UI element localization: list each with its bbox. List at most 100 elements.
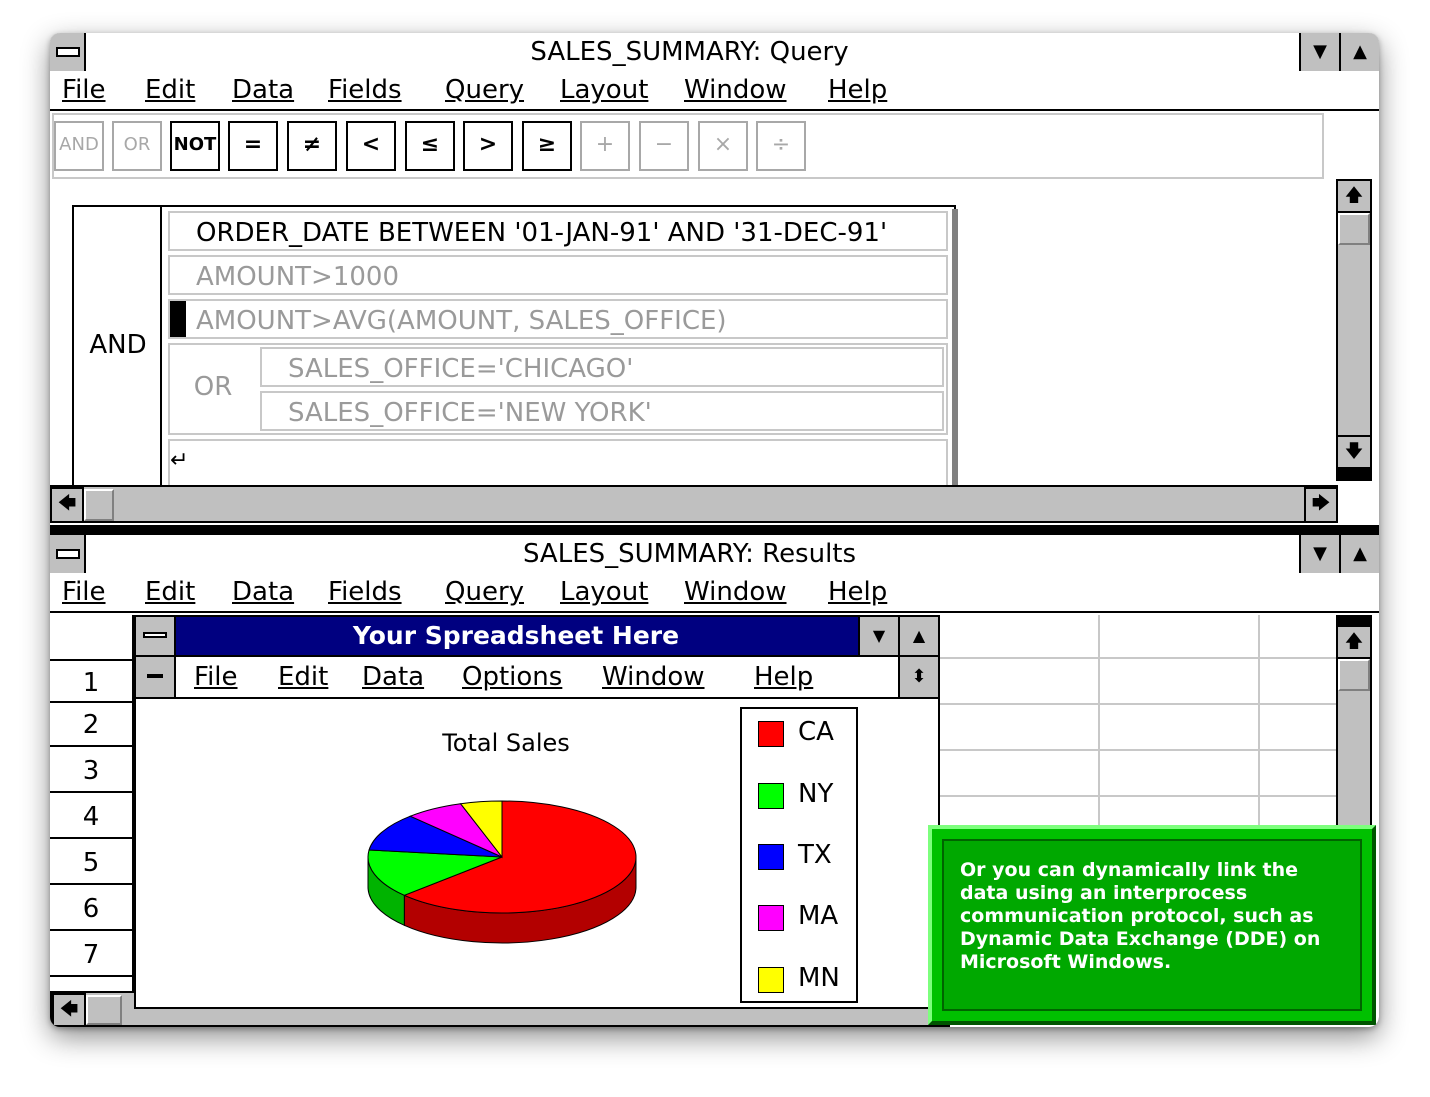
criteria-shadow bbox=[952, 209, 958, 485]
row-number[interactable]: 7 bbox=[50, 933, 132, 977]
ss-menu-edit[interactable]: Edit bbox=[278, 657, 328, 697]
row-number[interactable]: 6 bbox=[50, 887, 132, 931]
document-menu-bar bbox=[147, 674, 163, 678]
ss-menu-file[interactable]: File bbox=[194, 657, 238, 697]
criterion-amount[interactable]: AMOUNT>1000 bbox=[168, 255, 948, 295]
multiply-button[interactable]: × bbox=[698, 121, 748, 171]
divide-button[interactable]: ÷ bbox=[756, 121, 806, 171]
or-group-label: OR bbox=[193, 372, 233, 402]
criterion-new-york[interactable]: SALES_OFFICE='NEW YORK' bbox=[260, 391, 944, 431]
legend-swatch bbox=[758, 967, 784, 993]
results-vscroll-thumb[interactable] bbox=[1338, 659, 1370, 691]
query-scroll-corner bbox=[1336, 469, 1372, 481]
row-number[interactable]: 3 bbox=[50, 749, 132, 793]
menu-help[interactable]: Help bbox=[828, 71, 887, 109]
legend-label: MA bbox=[798, 901, 839, 931]
legend-swatch bbox=[758, 905, 784, 931]
greater-equal-button[interactable]: ≥ bbox=[522, 121, 572, 171]
menu-file[interactable]: File bbox=[62, 573, 106, 611]
maximize-icon[interactable]: ▲ bbox=[898, 617, 938, 655]
ss-menu-window[interactable]: Window bbox=[602, 657, 705, 697]
menu-fields[interactable]: Fields bbox=[328, 573, 402, 611]
spreadsheet-title: Your Spreadsheet Here bbox=[352, 621, 680, 650]
minimize-icon[interactable]: ▼ bbox=[1299, 33, 1339, 71]
system-menu-icon[interactable] bbox=[50, 33, 86, 71]
system-menu-icon[interactable] bbox=[50, 535, 86, 573]
ss-menu-data[interactable]: Data bbox=[362, 657, 424, 697]
menu-help[interactable]: Help bbox=[828, 573, 887, 611]
results-window-title: SALES_SUMMARY: Results bbox=[522, 539, 857, 569]
greater-than-button[interactable]: > bbox=[463, 121, 513, 171]
query-horizontal-scrollbar[interactable] bbox=[50, 485, 1338, 523]
minimize-icon[interactable]: ▼ bbox=[1299, 535, 1339, 573]
criterion-chicago[interactable]: SALES_OFFICE='CHICAGO' bbox=[260, 347, 944, 387]
menu-edit[interactable]: Edit bbox=[145, 71, 195, 109]
grid-line bbox=[1258, 615, 1260, 835]
spreadsheet-menu-bar: File Edit Data Options Window Help ⬍ bbox=[136, 657, 938, 699]
legend-swatch bbox=[758, 844, 784, 870]
results-scroll-top bbox=[1336, 615, 1372, 625]
menu-query[interactable]: Query bbox=[445, 573, 524, 611]
row-number[interactable]: 1 bbox=[50, 659, 132, 703]
results-window: SALES_SUMMARY: Results ▼ ▲ File Edit Dat… bbox=[50, 535, 1379, 1027]
equals-button[interactable]: = bbox=[228, 121, 278, 171]
new-criterion-row[interactable] bbox=[168, 439, 948, 485]
menu-fields[interactable]: Fields bbox=[328, 71, 402, 109]
scroll-up-icon[interactable]: 🡅 bbox=[1336, 625, 1372, 659]
query-window: SALES_SUMMARY: Query ▼ ▲ File Edit Data … bbox=[50, 33, 1379, 525]
system-menu-bar bbox=[143, 632, 167, 638]
row-number[interactable]: 2 bbox=[50, 703, 132, 747]
return-icon: ↵ bbox=[170, 448, 189, 473]
not-equals-button[interactable]: ≠ bbox=[287, 121, 337, 171]
callout-text: Or you can dynamically link the data usi… bbox=[960, 859, 1321, 973]
menu-edit[interactable]: Edit bbox=[145, 573, 195, 611]
row-number[interactable]: 5 bbox=[50, 841, 132, 885]
menu-window[interactable]: Window bbox=[684, 71, 787, 109]
criterion-order-date[interactable]: ORDER_DATE BETWEEN '01-JAN-91' AND '31-D… bbox=[168, 211, 948, 251]
legend-swatch bbox=[758, 721, 784, 747]
dde-callout: Or you can dynamically link the data usi… bbox=[928, 825, 1376, 1025]
grid-line bbox=[938, 657, 1338, 659]
criterion-amount-avg[interactable]: AMOUNT>AVG(AMOUNT, SALES_OFFICE) bbox=[168, 299, 948, 339]
query-title-bar[interactable]: SALES_SUMMARY: Query ▼ ▲ bbox=[50, 33, 1379, 73]
plus-button[interactable]: + bbox=[580, 121, 630, 171]
scroll-right-icon[interactable]: 🡆 bbox=[1304, 487, 1338, 523]
system-menu-icon[interactable] bbox=[136, 617, 176, 655]
query-hscroll-thumb[interactable] bbox=[84, 489, 114, 521]
ss-menu-options[interactable]: Options bbox=[462, 657, 562, 697]
minus-button[interactable]: − bbox=[639, 121, 689, 171]
not-button[interactable]: NOT bbox=[170, 121, 220, 171]
and-button[interactable]: AND bbox=[54, 121, 104, 171]
menu-query[interactable]: Query bbox=[445, 71, 524, 109]
scroll-up-icon[interactable]: 🡅 bbox=[1336, 179, 1372, 213]
document-menu-icon[interactable] bbox=[136, 657, 176, 697]
minimize-icon[interactable]: ▼ bbox=[858, 617, 898, 655]
grid-line bbox=[938, 795, 1338, 797]
or-button[interactable]: OR bbox=[112, 121, 162, 171]
maximize-icon[interactable]: ▲ bbox=[1339, 535, 1379, 573]
menu-data[interactable]: Data bbox=[232, 71, 294, 109]
scroll-left-icon[interactable]: 🡄 bbox=[52, 993, 86, 1027]
menu-layout[interactable]: Layout bbox=[560, 71, 648, 109]
row-selector-marker bbox=[170, 301, 186, 337]
row-number[interactable]: 4 bbox=[50, 795, 132, 839]
less-than-button[interactable]: < bbox=[346, 121, 396, 171]
query-menu-bar: File Edit Data Fields Query Layout Windo… bbox=[50, 71, 1379, 111]
chart-title: Total Sales bbox=[442, 729, 570, 757]
menu-data[interactable]: Data bbox=[232, 573, 294, 611]
spreadsheet-title-bar[interactable]: Your Spreadsheet Here ▼ ▲ bbox=[136, 617, 938, 657]
less-equal-button[interactable]: ≤ bbox=[405, 121, 455, 171]
results-title-bar[interactable]: SALES_SUMMARY: Results ▼ ▲ bbox=[50, 535, 1379, 575]
restore-icon[interactable]: ⬍ bbox=[898, 657, 938, 697]
scroll-left-icon[interactable]: 🡄 bbox=[50, 487, 84, 523]
ss-menu-help[interactable]: Help bbox=[754, 657, 813, 697]
menu-layout[interactable]: Layout bbox=[560, 573, 648, 611]
results-grid[interactable] bbox=[938, 615, 1338, 835]
menu-window[interactable]: Window bbox=[684, 573, 787, 611]
results-hscroll-thumb[interactable] bbox=[86, 995, 122, 1025]
menu-file[interactable]: File bbox=[62, 71, 106, 109]
maximize-icon[interactable]: ▲ bbox=[1339, 33, 1379, 71]
scroll-down-icon[interactable]: 🡇 bbox=[1336, 435, 1372, 469]
query-vscroll-thumb[interactable] bbox=[1338, 213, 1370, 245]
legend-swatch bbox=[758, 783, 784, 809]
